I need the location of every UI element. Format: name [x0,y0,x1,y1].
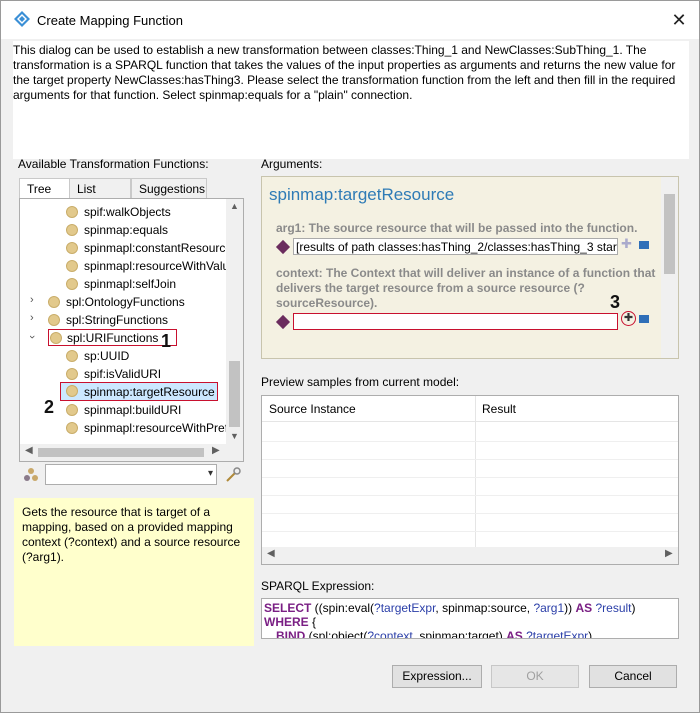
scroll-thumb[interactable] [229,361,240,427]
function-icon [66,385,78,397]
row-divider [262,459,678,460]
hierarchy-icon[interactable] [23,467,39,483]
arg1-field[interactable]: [results of path classes:hasThing_2/clas… [293,238,618,255]
chevron-right-icon[interactable]: › [30,294,34,306]
function-icon [66,422,78,434]
search-wand-icon[interactable] [224,466,242,484]
scroll-right-icon[interactable]: ▶ [212,445,220,456]
preview-label: Preview samples from current model: [261,375,460,389]
tab-tree[interactable]: Tree [19,178,70,200]
scroll-up-icon[interactable]: ▲ [226,201,243,211]
sparql-label: SPARQL Expression: [261,579,375,593]
context-marker-icon [275,314,291,330]
column-divider [475,396,476,548]
folder-icon [48,296,60,308]
ok-button[interactable]: OK [491,665,579,688]
function-tree[interactable]: spif:walkObjects spinmap:equals spinmapl… [19,198,244,462]
chevron-down-icon[interactable]: ▾ [208,468,213,479]
add-icon[interactable]: ✚ [621,311,636,326]
intro-text: This dialog can be used to establish a n… [13,41,689,159]
row-divider [262,513,678,514]
step-annotation: 1 [161,331,172,351]
tab-list[interactable]: List [69,178,131,199]
function-icon [66,224,78,236]
functions-label: Available Transformation Functions: [18,157,209,171]
scroll-right-icon[interactable]: ▶ [665,548,673,559]
function-icon [66,368,78,380]
sparql-line: WHERE { [264,615,317,629]
arguments-label: Arguments: [261,157,323,171]
tree-horizontal-scrollbar[interactable]: ◀ ▶ [20,444,243,461]
folder-icon [50,332,62,344]
scroll-thumb[interactable] [38,448,204,457]
minimize-icon[interactable] [639,315,649,323]
scroll-left-icon[interactable]: ◀ [267,548,275,559]
function-icon [66,350,78,362]
add-icon[interactable]: ✚ [621,236,632,252]
row-divider [262,495,678,496]
filter-row: ▾ [19,464,244,486]
function-icon [66,260,78,272]
scroll-thumb[interactable] [664,194,675,274]
chevron-down-icon[interactable]: › [26,335,38,339]
tree-vertical-scrollbar[interactable]: ▲ ▼ [226,199,243,445]
scroll-left-icon[interactable]: ◀ [25,445,33,456]
row-divider [262,477,678,478]
context-field[interactable] [293,313,618,330]
window-title: Create Mapping Function [37,13,183,28]
function-icon [66,404,78,416]
scroll-down-icon[interactable]: ▼ [226,431,243,441]
context-description: context: The Context that will deliver a… [276,266,656,310]
app-icon [14,11,30,27]
function-icon [66,206,78,218]
row-divider [262,441,678,442]
sparql-line: BIND (spl:object(?context, spinmap:targe… [276,629,599,639]
row-divider [262,531,678,532]
arguments-panel: spinmap:targetResource arg1: The source … [261,176,679,359]
function-name: spinmap:targetResource [269,185,455,204]
arguments-scrollbar[interactable] [661,177,678,358]
title-bar: Create Mapping Function ✕ [1,1,699,39]
tab-suggestions[interactable]: Suggestions [131,178,207,199]
arg1-description: arg1: The source resource that will be p… [276,221,638,235]
tree-folder-selected[interactable]: › spl:URIFunctions [26,329,177,346]
function-description: Gets the resource that is target of a ma… [14,498,254,646]
column-header[interactable]: Source Instance [269,402,356,416]
folder-icon [48,314,60,326]
expression-button[interactable]: Expression... [392,665,482,688]
chevron-right-icon[interactable]: › [30,312,34,324]
filter-combo[interactable]: ▾ [45,464,217,485]
preview-horizontal-scrollbar[interactable]: ◀ ▶ [262,547,678,564]
cancel-button[interactable]: Cancel [589,665,677,688]
dialog-window: Create Mapping Function ✕ This dialog ca… [0,0,700,713]
function-icon [66,278,78,290]
close-button[interactable]: ✕ [667,9,691,31]
step-annotation: 3 [610,292,621,312]
column-header[interactable]: Result [482,402,516,416]
step-annotation: 2 [44,397,55,417]
tree-item-selected[interactable]: spinmap:targetResource [60,382,218,401]
function-icon [66,242,78,254]
sparql-editor[interactable]: SELECT ((spin:eval(?targetExpr, spinmap:… [261,598,679,639]
sparql-line: SELECT ((spin:eval(?targetExpr, spinmap:… [264,601,636,615]
preview-table[interactable]: Source Instance Result ◀ ▶ [261,395,679,565]
arg1-marker-icon [275,239,291,255]
minimize-icon[interactable] [639,241,649,249]
table-header: Source Instance Result [262,396,678,422]
